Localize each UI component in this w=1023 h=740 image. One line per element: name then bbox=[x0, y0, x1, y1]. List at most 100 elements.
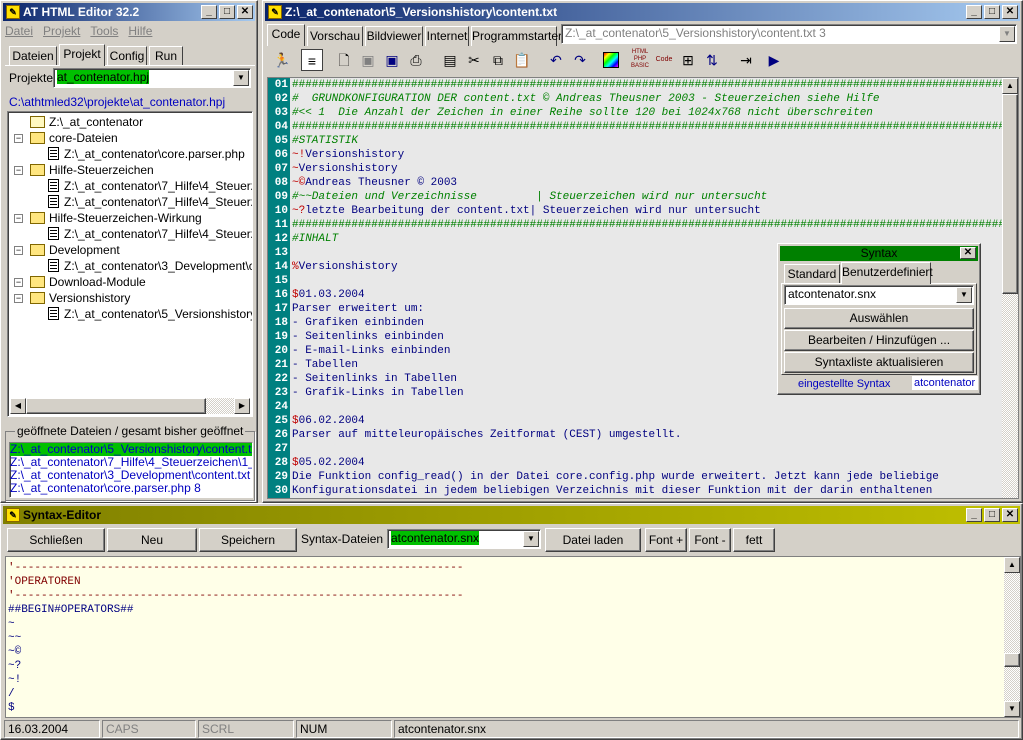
paste-icon[interactable]: 📋 bbox=[511, 49, 533, 71]
collapse-icon[interactable]: − bbox=[14, 294, 23, 303]
syntax-line[interactable]: ~! bbox=[8, 673, 463, 687]
save-button[interactable]: Speichern bbox=[199, 528, 297, 552]
syntax-vscrollbar[interactable] bbox=[1004, 557, 1020, 717]
syntax-line[interactable]: ##BEGIN#OPERATORS## bbox=[8, 603, 463, 617]
scroll-left-icon[interactable]: ◀ bbox=[10, 398, 26, 414]
code-line[interactable]: ~©Andreas Theusner © 2003 bbox=[292, 176, 1018, 190]
save-icon[interactable]: ▣ bbox=[381, 49, 403, 71]
tree-item[interactable]: Z:\_at_contenator\7_Hilfe\4_Steuerze bbox=[48, 194, 252, 210]
opened-file-item[interactable]: Z:\_at_contenator\core.parser.php 8 bbox=[10, 482, 252, 495]
tree-item[interactable]: Download-Module bbox=[30, 274, 146, 290]
close-button[interactable]: Schließen bbox=[7, 528, 105, 552]
close-icon[interactable]: ✕ bbox=[1002, 508, 1018, 522]
calculator-icon[interactable]: ▤ bbox=[439, 49, 461, 71]
code-line[interactable]: #<< 1 Die Anzahl der Zeichen in einer Re… bbox=[292, 106, 1018, 120]
tab-projekt[interactable]: Projekt bbox=[59, 44, 105, 66]
syntax-line[interactable]: ~© bbox=[8, 645, 463, 659]
minimize-icon[interactable]: _ bbox=[966, 5, 982, 19]
tab-vorschau[interactable]: Vorschau bbox=[307, 26, 363, 46]
play-icon[interactable]: ▶ bbox=[763, 49, 785, 71]
maximize-icon[interactable]: □ bbox=[219, 5, 235, 19]
run-icon[interactable]: 🏃 bbox=[271, 49, 293, 71]
syntax-line[interactable]: '---------------------------------------… bbox=[8, 561, 463, 575]
code-line[interactable]: ########################################… bbox=[292, 218, 1018, 232]
menu-tools[interactable]: Tools bbox=[90, 24, 118, 40]
tab-internet[interactable]: Internet bbox=[425, 26, 469, 46]
menu-projekt[interactable]: Projekt bbox=[43, 24, 80, 40]
code-line[interactable]: #~~Dateien und Verzeichnisse | Steuerzei… bbox=[292, 190, 1018, 204]
menu-datei[interactable]: Datei bbox=[5, 24, 33, 40]
syntax-text[interactable]: '---------------------------------------… bbox=[8, 561, 463, 715]
tree-item[interactable]: Z:\_at_contenator bbox=[30, 114, 143, 130]
scroll-up-icon[interactable]: ▲ bbox=[1002, 78, 1018, 94]
syntax-panel-titlebar[interactable]: Syntax ✕ bbox=[780, 246, 978, 261]
new-button[interactable]: Neu bbox=[107, 528, 197, 552]
syntax-line[interactable]: ~ bbox=[8, 617, 463, 631]
project-window-titlebar[interactable]: ✎ AT HTML Editor 32.2 _ □ ✕ bbox=[3, 3, 255, 21]
code-line[interactable]: #STATISTIK bbox=[292, 134, 1018, 148]
tab-config[interactable]: Config bbox=[107, 46, 147, 66]
syntax-line[interactable]: ~? bbox=[8, 659, 463, 673]
code-line[interactable]: Die Funktion config_read() in der Datei … bbox=[292, 470, 1018, 484]
tab-bildviewer[interactable]: Bildviewer bbox=[365, 26, 423, 46]
chevron-down-icon[interactable]: ▼ bbox=[523, 531, 539, 547]
code-line[interactable]: Konfigurationsdatei in jedem beliebigen … bbox=[292, 484, 1018, 498]
font-minus-button[interactable]: Font - bbox=[689, 528, 731, 552]
collapse-icon[interactable]: − bbox=[14, 278, 23, 287]
minimize-icon[interactable]: _ bbox=[201, 5, 217, 19]
chevron-down-icon[interactable]: ▼ bbox=[233, 70, 249, 86]
tree-item[interactable]: Z:\_at_contenator\7_Hilfe\4_Steuerze bbox=[48, 226, 252, 242]
close-icon[interactable]: ✕ bbox=[237, 5, 253, 19]
syntax-editor-titlebar[interactable]: ✎ Syntax-Editor _ □ ✕ bbox=[3, 506, 1020, 524]
tree-item[interactable]: Z:\_at_contenator\5_Versionshistory\c bbox=[48, 306, 252, 322]
edit-add-syntax-button[interactable]: Bearbeiten / Hinzufügen ... bbox=[784, 330, 974, 351]
syntax-text-area[interactable]: '---------------------------------------… bbox=[5, 556, 1021, 718]
close-icon[interactable]: ✕ bbox=[1002, 5, 1018, 19]
code-line[interactable]: $05.02.2004 bbox=[292, 456, 1018, 470]
syntax-line[interactable]: ~~ bbox=[8, 631, 463, 645]
scroll-down-icon[interactable]: ▼ bbox=[1004, 701, 1020, 717]
opened-files-list[interactable]: Z:\_at_contenator\5_Versionshistory\cont… bbox=[9, 442, 253, 498]
undo-icon[interactable]: ↶ bbox=[545, 49, 567, 71]
code-line[interactable]: ~!Versionshistory bbox=[292, 148, 1018, 162]
tree-item[interactable]: Development bbox=[30, 242, 120, 258]
syntax-line[interactable]: / bbox=[8, 687, 463, 701]
redo-icon[interactable]: ↷ bbox=[569, 49, 591, 71]
tab-dateien[interactable]: Dateien bbox=[9, 46, 57, 66]
code-line[interactable]: ~?letzte Bearbeitung der content.txt| St… bbox=[292, 204, 1018, 218]
sort-icon[interactable]: ⇅ bbox=[701, 49, 723, 71]
color-palette-icon[interactable] bbox=[603, 52, 619, 68]
scroll-thumb[interactable] bbox=[1004, 653, 1020, 667]
collapse-icon[interactable]: − bbox=[14, 166, 23, 175]
code-line[interactable]: ~Versionshistory bbox=[292, 162, 1018, 176]
html-php-basic-icon[interactable]: HTML PHP BASIC bbox=[629, 49, 651, 71]
font-plus-button[interactable]: Font + bbox=[645, 528, 687, 552]
bold-button[interactable]: fett bbox=[733, 528, 775, 552]
project-combo[interactable]: at_contenator.hpj ▼ bbox=[53, 68, 251, 88]
syntax-file-combo[interactable]: atcontenator.snx ▼ bbox=[387, 529, 541, 549]
code-line[interactable]: $06.02.2004 bbox=[292, 414, 1018, 428]
tree-item[interactable]: Hilfe-Steuerzeichen-Wirkung bbox=[30, 210, 202, 226]
close-icon[interactable]: ✕ bbox=[960, 247, 976, 259]
maximize-icon[interactable]: □ bbox=[984, 5, 1000, 19]
minimize-icon[interactable]: _ bbox=[966, 508, 982, 522]
collapse-icon[interactable]: − bbox=[14, 246, 23, 255]
syntax-line[interactable]: $ bbox=[8, 701, 463, 715]
tree-item[interactable]: Z:\_at_contenator\3_Development\co bbox=[48, 258, 252, 274]
new-file-icon[interactable]: 🗋 bbox=[333, 49, 355, 71]
code-line[interactable] bbox=[292, 442, 1018, 456]
indent-icon[interactable]: ⇥ bbox=[735, 49, 757, 71]
tab-benutzerdefiniert[interactable]: Benutzerdefiniert bbox=[841, 262, 933, 284]
tree-item[interactable]: Versionshistory bbox=[30, 290, 130, 306]
refresh-syntax-list-button[interactable]: Syntaxliste aktualisieren bbox=[784, 352, 974, 373]
syntax-line[interactable]: 'OPERATOREN bbox=[8, 575, 463, 589]
code-line[interactable]: ########################################… bbox=[292, 120, 1018, 134]
tree-item[interactable]: Z:\_at_contenator\core.parser.php bbox=[48, 146, 245, 162]
scroll-thumb[interactable] bbox=[26, 398, 206, 414]
scroll-up-icon[interactable]: ▲ bbox=[1004, 557, 1020, 573]
syntax-line[interactable]: '---------------------------------------… bbox=[8, 589, 463, 603]
project-tree[interactable]: Z:\_at_contenator core-Dateien − Z:\_at_con… bbox=[7, 111, 253, 417]
cut-icon[interactable]: ✂ bbox=[463, 49, 485, 71]
tree-item[interactable]: Hilfe-Steuerzeichen bbox=[30, 162, 154, 178]
file-combo[interactable]: Z:\_at_contenator\5_Versionshistory\cont… bbox=[561, 24, 1017, 44]
